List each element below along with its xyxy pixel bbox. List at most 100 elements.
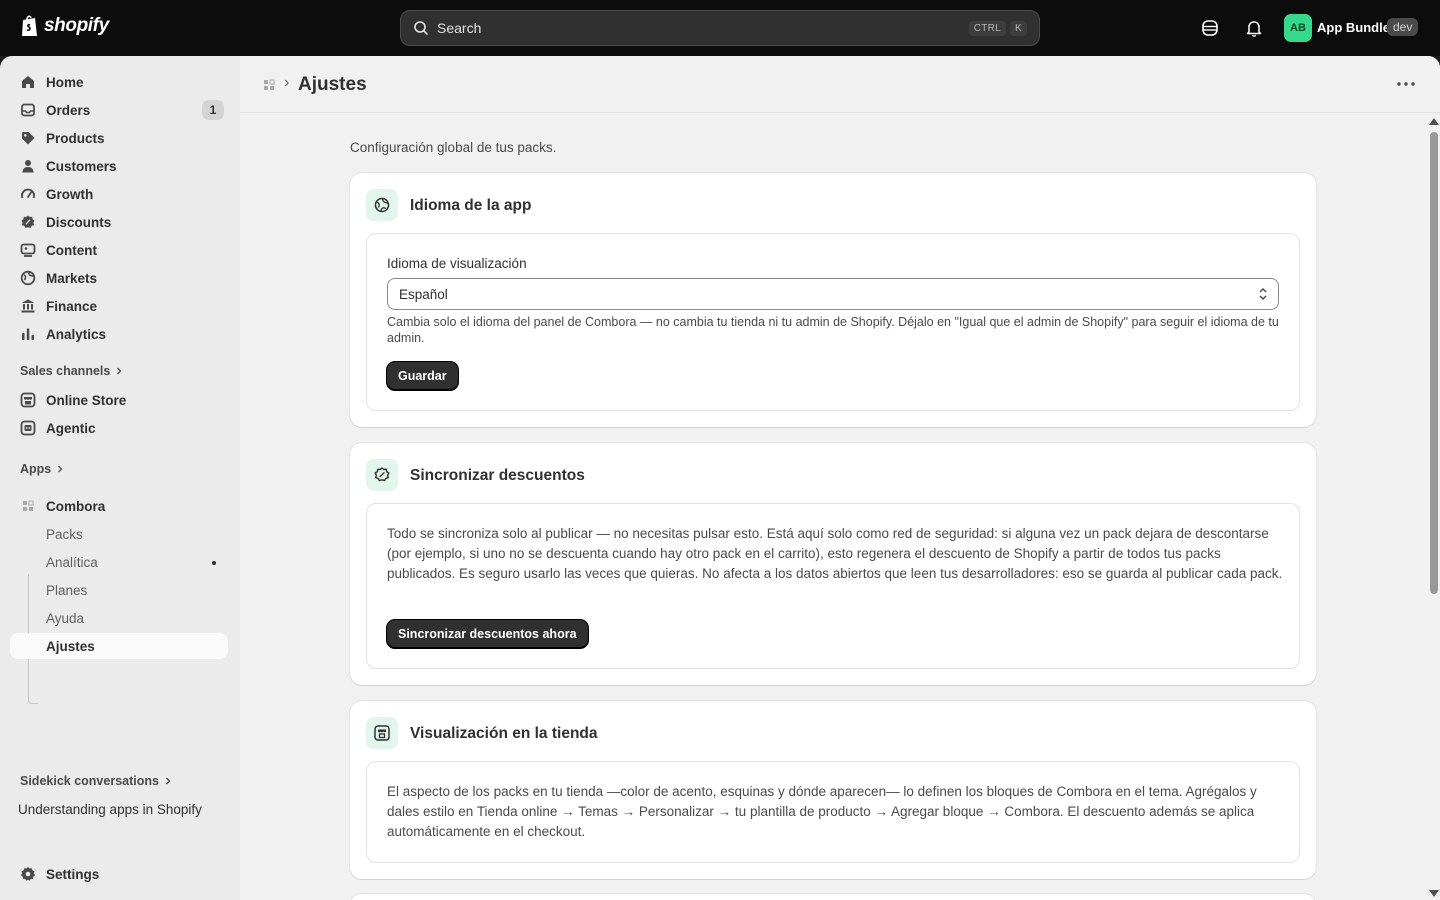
gauge-icon [21, 188, 35, 199]
storefront-icon [374, 725, 390, 741]
language-field-label: Idioma de visualización [387, 256, 527, 271]
scroll-down-arrow[interactable] [1429, 890, 1439, 897]
card-title: Idioma de la app [410, 197, 532, 214]
home-icon [22, 76, 34, 88]
sidebar-subitem-packs[interactable]: Packs [10, 521, 228, 547]
sidebar-item-finance[interactable]: Finance [10, 293, 228, 319]
language-form: Idioma de visualización Español Cambia s… [366, 233, 1300, 411]
sidebar-item-label: Online Store [46, 392, 127, 408]
search-icon [414, 21, 428, 35]
scroll-thumb[interactable] [1430, 132, 1438, 594]
sales-channels-heading[interactable]: Sales channels [20, 364, 124, 378]
storefront-display-card: Visualización en la tienda El aspecto de… [350, 701, 1316, 879]
sidebar-item-home[interactable]: Home [10, 69, 228, 95]
select-chevron-icon [1259, 288, 1267, 300]
page-subtitle: Configuración global de tus packs. [350, 140, 557, 155]
app-avatar[interactable]: AB [1284, 14, 1312, 42]
search-input[interactable]: Search CTRL K [400, 10, 1040, 46]
card-icon-container [366, 189, 398, 221]
sidebar-item-label: Discounts [46, 214, 112, 230]
sidebar-item-label: Customers [46, 158, 117, 174]
card-icon-container [366, 717, 398, 749]
sidebar-item-orders[interactable]: Orders 1 [10, 97, 228, 123]
sales-channels-label: Sales channels [20, 364, 111, 378]
sidebar-item-label: Combora [46, 498, 106, 514]
app-grid-icon[interactable] [262, 78, 276, 92]
breadcrumb-separator: › [284, 74, 290, 91]
page-title: Ajustes [298, 74, 367, 95]
bell-icon[interactable] [1244, 18, 1264, 38]
apps-heading[interactable]: Apps [20, 462, 65, 476]
sidebar-subitem-planes[interactable]: Planes [10, 577, 228, 603]
sync-description: Todo se sincroniza solo al publicar — no… [387, 526, 1283, 581]
sidekick-heading[interactable]: Sidekick conversations [20, 774, 173, 788]
sidebar-item-label: Growth [46, 186, 94, 202]
sidebar-item-label: Analytics [46, 326, 107, 342]
card-title: Sincronizar descuentos [410, 467, 585, 484]
tag-icon [22, 132, 35, 145]
shopify-logo[interactable]: shopify [20, 14, 109, 38]
bar-chart-icon [22, 328, 34, 340]
gear-icon [21, 867, 35, 881]
shopify-bag-icon [22, 15, 37, 36]
language-card: Idioma de la app Idioma de visualización… [350, 173, 1316, 427]
apps-label: Apps [20, 462, 52, 476]
sidebar-item-discounts[interactable]: Discounts [10, 209, 228, 235]
language-icon [374, 197, 390, 213]
app-name[interactable]: App Bundle [1317, 20, 1390, 35]
shopify-wordmark: shopify [44, 15, 109, 36]
sidebar-item-label: Finance [46, 298, 98, 314]
next-card-partial [350, 894, 1316, 900]
discount-icon [21, 215, 35, 228]
sidebar-item-label: Agentic [46, 420, 96, 436]
sidebar-item-customers[interactable]: Customers [10, 153, 228, 179]
page-header: › Ajustes [240, 56, 1440, 113]
sidebar-item-online-store[interactable]: Online Store [10, 387, 228, 413]
app-grid-icon [23, 500, 34, 511]
sidebar-item-markets[interactable]: Markets [10, 265, 228, 291]
top-bar: shopify Search CTRL K AB App Bundle dev [0, 0, 1440, 56]
globe-icon [20, 270, 36, 286]
sidebar-item-label: Content [46, 242, 97, 258]
main-scrollbar[interactable] [1426, 116, 1440, 900]
scroll-up-arrow[interactable] [1429, 118, 1439, 125]
database-icon[interactable] [1200, 18, 1220, 38]
card-icon-container [366, 459, 398, 491]
sidebar-item-label: Products [46, 130, 105, 146]
sidebar-item-label: Markets [46, 270, 98, 286]
inbox-icon [21, 103, 35, 117]
chevron-right-icon [165, 777, 171, 785]
sync-discounts-button[interactable]: Sincronizar descuentos ahora [387, 620, 588, 648]
sync-discounts-body: Todo se sincroniza solo al publicar — no… [366, 503, 1300, 669]
sidebar-subitem-ajustes[interactable]: Ajustes [10, 633, 228, 659]
sidebar-item-label: Orders [46, 102, 91, 118]
shortcut-key-k: K [1010, 20, 1027, 36]
bank-icon [21, 299, 35, 313]
card-title: Visualización en la tienda [410, 725, 598, 742]
store-icon [20, 392, 36, 408]
chevron-right-icon [117, 367, 122, 375]
sidebar-item-agentic[interactable]: Agentic [10, 415, 228, 441]
save-button[interactable]: Guardar [387, 362, 458, 390]
language-help-text: Cambia solo el idioma del panel de Combo… [387, 315, 1279, 345]
sidekick-conversation-item[interactable]: Understanding apps in Shopify [18, 802, 202, 817]
language-select[interactable]: Español [387, 278, 1279, 310]
sidebar-item-products[interactable]: Products [10, 125, 228, 151]
storefront-display-body: El aspecto de los packs en tu tienda —co… [366, 761, 1300, 863]
sidebar-subitem-ayuda[interactable]: Ayuda [10, 605, 228, 631]
sidebar-item-combora[interactable]: Combora [10, 493, 228, 519]
env-badge: dev [1387, 18, 1419, 36]
sidekick-label: Sidekick conversations [20, 774, 159, 788]
sidebar-item-content[interactable]: Content [10, 237, 228, 263]
sidebar-item-analytics[interactable]: Analytics [10, 321, 228, 347]
person-icon [22, 160, 34, 173]
sync-discount-icon [374, 467, 390, 482]
sidebar-item-growth[interactable]: Growth [10, 181, 228, 207]
sync-discounts-card: Sincronizar descuentos Todo se sincroniz… [350, 443, 1316, 685]
sidebar-item-label: Settings [46, 866, 100, 882]
sidebar-item-settings[interactable]: Settings [10, 861, 228, 887]
more-actions-icon[interactable] [1394, 76, 1418, 92]
tree-hook [28, 694, 38, 704]
search-placeholder: Search [437, 20, 482, 36]
sidebar-subitem-analitica[interactable]: Analítica [10, 549, 228, 575]
